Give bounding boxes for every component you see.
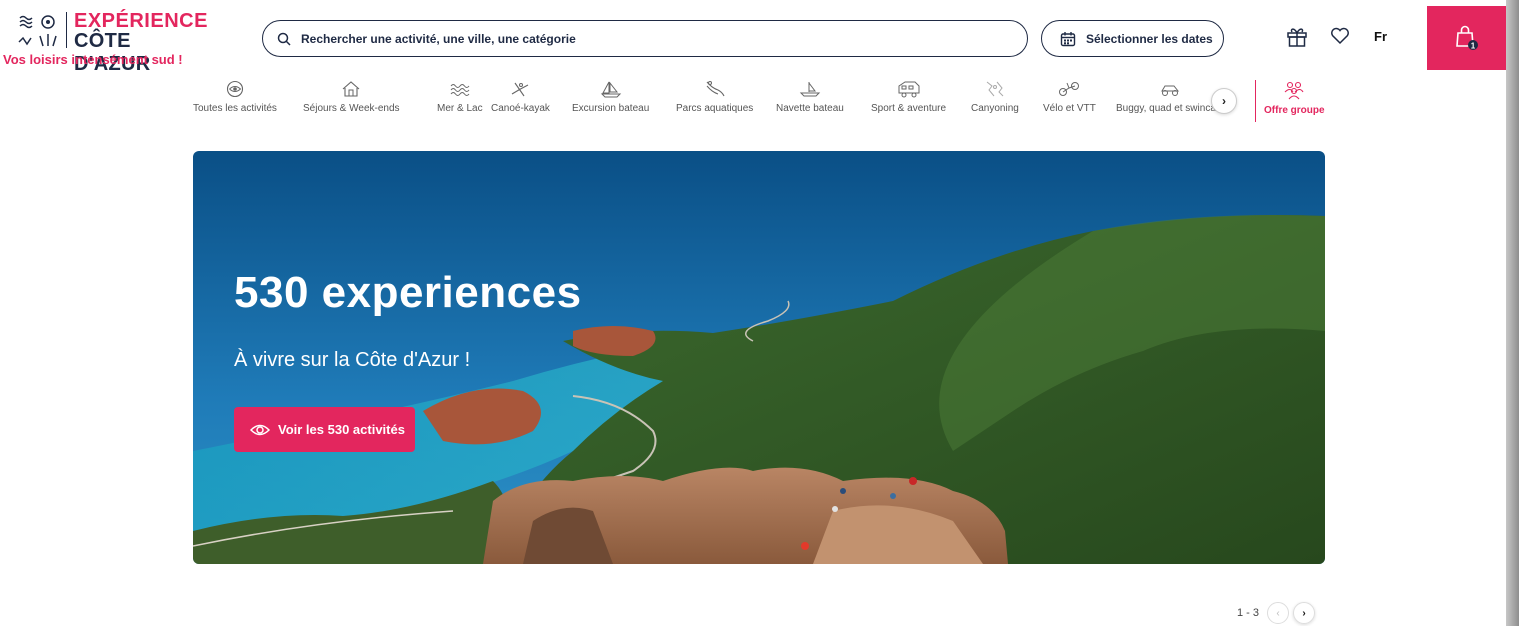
- search-icon: [277, 32, 291, 46]
- hero-title: 530 experiences: [234, 268, 582, 317]
- category-excursion-bateau[interactable]: Excursion bateau: [572, 80, 649, 114]
- see-all-activities-label: Voir les 530 activités: [278, 422, 405, 437]
- favorites-heart-icon[interactable]: [1330, 27, 1350, 45]
- kayak-icon: [512, 82, 529, 97]
- offre-groupe-link[interactable]: Offre groupe: [1264, 80, 1325, 116]
- category-label: Navette bateau: [776, 103, 844, 114]
- logo-mark-icon: [18, 15, 57, 47]
- hero-pagination: 1 - 3 ‹ ›: [1237, 602, 1319, 624]
- sailboat-icon: [600, 81, 621, 98]
- camper-icon: [898, 81, 920, 98]
- nav-separator: [1255, 80, 1256, 122]
- category-label: Canoé-kayak: [491, 103, 550, 114]
- logo-divider: [66, 12, 67, 48]
- hero-subtitle: À vivre sur la Côte d'Azur !: [234, 349, 471, 371]
- eye-circle-icon: [226, 80, 244, 98]
- category-label: Toutes les activités: [193, 103, 277, 114]
- buggy-icon: [1161, 85, 1180, 96]
- bike-icon: [1059, 82, 1080, 96]
- cart-button[interactable]: 1: [1427, 6, 1506, 70]
- category-label: Excursion bateau: [572, 103, 650, 114]
- category-velo-vtt[interactable]: Vélo et VTT: [1043, 80, 1096, 114]
- site-header: EXPÉRIENCE CÔTE D'AZUR Vos loisirs inten…: [0, 0, 1506, 75]
- gift-icon[interactable]: [1286, 26, 1308, 48]
- category-toutes-activites[interactable]: Toutes les activités: [193, 80, 277, 114]
- category-label: Vélo et VTT: [1043, 103, 1096, 114]
- category-label: Parcs aquatiques: [676, 103, 754, 114]
- category-buggy-quad[interactable]: Buggy, quad et swinca...: [1116, 80, 1224, 114]
- category-navette-bateau[interactable]: Navette bateau: [776, 80, 844, 114]
- category-scroll-next-button[interactable]: ›: [1211, 88, 1237, 114]
- category-canyoning[interactable]: Canyoning: [971, 80, 1019, 114]
- eye-icon: [250, 424, 270, 435]
- waves-icon: [450, 84, 470, 96]
- category-label: Buggy, quad et swinca...: [1116, 103, 1225, 114]
- select-dates-label: Sélectionner les dates: [1086, 31, 1213, 46]
- group-icon: [1284, 81, 1304, 100]
- category-parcs-aquatiques[interactable]: Parcs aquatiques: [676, 80, 753, 114]
- category-sejours-weekends[interactable]: Séjours & Week-ends: [303, 80, 400, 114]
- category-label: Mer & Lac: [437, 103, 483, 114]
- window-scrollbar-edge[interactable]: [1506, 0, 1519, 626]
- see-all-activities-button[interactable]: Voir les 530 activités: [234, 407, 415, 452]
- shopping-bag-icon: 1: [1455, 25, 1478, 51]
- canyoning-icon: [986, 81, 1004, 97]
- hero-banner: 530 experiences À vivre sur la Côte d'Az…: [193, 151, 1325, 564]
- pagination-next-button[interactable]: ›: [1293, 602, 1316, 624]
- site-logo[interactable]: EXPÉRIENCE CÔTE D'AZUR Vos loisirs inten…: [0, 8, 207, 75]
- language-selector[interactable]: Fr: [1374, 29, 1387, 44]
- cart-count-badge: 1: [1470, 42, 1475, 51]
- category-label: Canyoning: [971, 103, 1019, 114]
- house-icon: [342, 81, 360, 97]
- category-label: Séjours & Week-ends: [303, 103, 400, 114]
- pagination-range: 1 - 3: [1237, 607, 1260, 619]
- pagination-prev-button[interactable]: ‹: [1267, 602, 1290, 624]
- boat-icon: [799, 82, 821, 97]
- offre-groupe-label: Offre groupe: [1264, 105, 1325, 116]
- logo-tagline: Vos loisirs intensément sud !: [3, 52, 183, 67]
- search-bar[interactable]: Rechercher une activité, une ville, une …: [262, 20, 1028, 57]
- category-sport-aventure[interactable]: Sport & aventure: [871, 80, 946, 114]
- category-label: Sport & aventure: [871, 103, 947, 114]
- search-input-placeholder[interactable]: Rechercher une activité, une ville, une …: [301, 32, 576, 46]
- category-nav: Toutes les activités Séjours & Week-ends…: [187, 80, 1337, 126]
- calendar-icon: [1060, 31, 1076, 46]
- waterslide-icon: [706, 81, 725, 97]
- category-canoe-kayak[interactable]: Canoé-kayak: [491, 80, 550, 114]
- category-mer-lac[interactable]: Mer & Lac: [437, 80, 483, 114]
- select-dates-button[interactable]: Sélectionner les dates: [1041, 20, 1224, 57]
